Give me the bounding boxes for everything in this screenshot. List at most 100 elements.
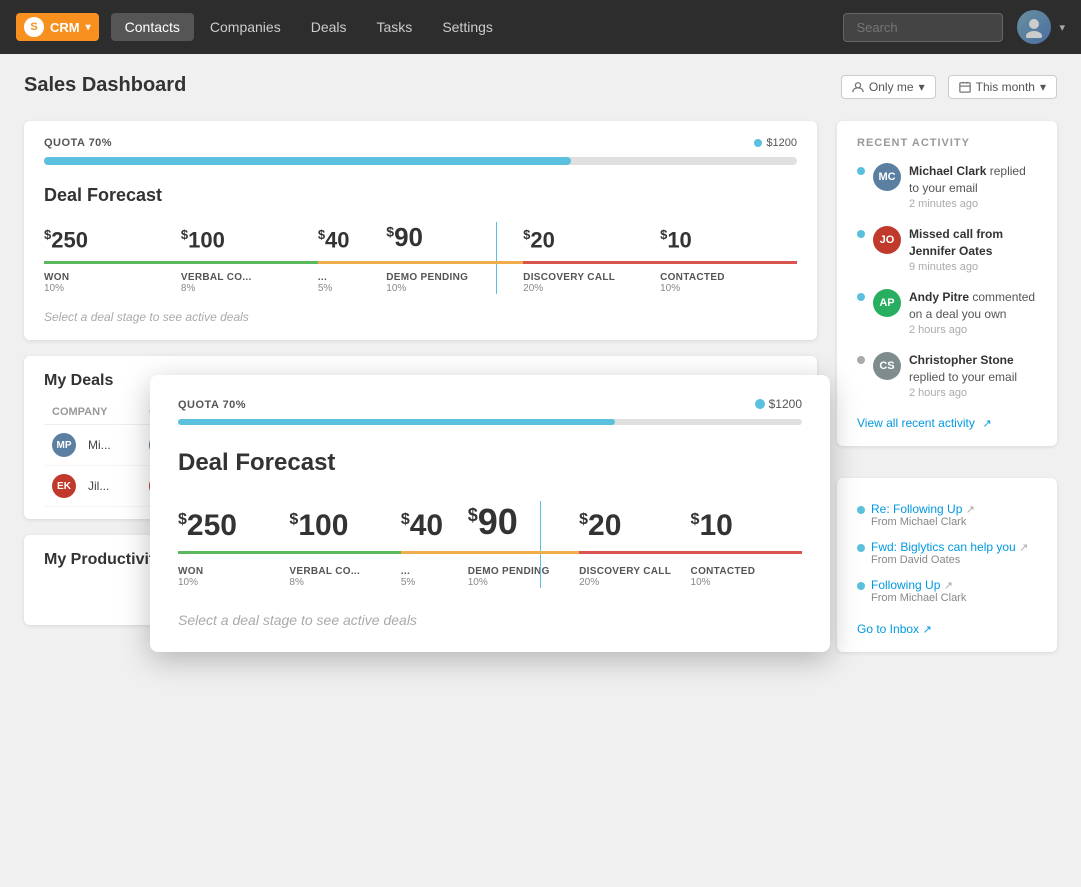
inbox-subject-3[interactable]: Following Up [871, 578, 940, 592]
stage-contacted-bar [660, 261, 797, 264]
stage-dot[interactable]: $40 [318, 227, 386, 261]
stage-label-won: WON 10% [44, 272, 181, 294]
nav-companies[interactable]: Companies [196, 13, 295, 41]
filter-only-me[interactable]: Only me ▾ [841, 75, 936, 99]
expanded-forecast-title: Deal Forecast [178, 449, 802, 477]
expanded-stage-labels: WON 10% VERBAL CO... 8% ... 5% DEMO PEND… [178, 566, 802, 588]
stage-won-amount: $250 [44, 227, 88, 253]
expanded-quota-bar [178, 419, 802, 425]
expanded-forecast-chart: $250 $100 $40 $90 $20 [178, 501, 802, 588]
stage-label-dot: ... 5% [318, 272, 386, 294]
deal-company-1: MP Mi... [44, 425, 141, 466]
activity-item-4: CS Christopher Stone replied to your ema… [857, 352, 1037, 401]
activity-dot-4 [857, 356, 865, 364]
expanded-stage-discovery[interactable]: $20 [579, 509, 690, 551]
filter-only-me-label: Only me [869, 80, 914, 94]
inbox-items: Re: Following Up ↗ From Michael Clark Fw… [857, 502, 1037, 604]
brand-logo[interactable]: S CRM ▾ [16, 13, 99, 41]
stage-labels: WON 10% VERBAL CO... 8% ... 5% [44, 272, 797, 294]
inbox-subject-2[interactable]: Fwd: Biglytics can help you [871, 540, 1016, 554]
view-all-icon: ↗ [982, 418, 991, 430]
productivity-title: My Productivity [44, 551, 163, 569]
inbox-from-2: From David Oates [871, 554, 1028, 566]
go-inbox-link[interactable]: Go to Inbox [857, 622, 919, 636]
inbox-subject-1[interactable]: Re: Following Up [871, 502, 962, 516]
expanded-stage-verbal-bar [289, 551, 400, 554]
avatar[interactable] [1017, 10, 1051, 44]
expanded-label-won: WON 10% [178, 566, 289, 588]
go-to-inbox[interactable]: Go to Inbox ↗ [857, 616, 1037, 636]
quota-bar [44, 157, 797, 165]
activity-dot-3 [857, 293, 865, 301]
inbox-item-1: Re: Following Up ↗ From Michael Clark [857, 502, 1037, 528]
stage-discovery-bar [523, 261, 660, 264]
activity-avatar-3: AP [873, 289, 901, 317]
expanded-stage-dot-amount: $40 [401, 509, 443, 543]
stage-contacted[interactable]: $10 [660, 227, 797, 261]
activity-name-2: Missed call from Jennifer Oates [909, 227, 1003, 258]
nav-tasks[interactable]: Tasks [363, 13, 427, 41]
stage-discovery[interactable]: $20 [523, 227, 660, 261]
stage-demo[interactable]: $90 [386, 222, 523, 261]
nav-contacts[interactable]: Contacts [111, 13, 194, 41]
expanded-stage-discovery-bar [579, 551, 690, 554]
expanded-label-discovery: DISCOVERY CALL 20% [579, 566, 690, 588]
my-deals-title: My Deals [44, 372, 113, 390]
inbox-text-3: Following Up ↗ From Michael Clark [871, 578, 966, 604]
brand-icon: S [24, 17, 44, 37]
page-title: Sales Dashboard [24, 74, 186, 97]
stage-label-demo: DEMO PENDING 10% [386, 272, 523, 294]
col-company: Company [44, 400, 141, 425]
stage-contacted-amount: $10 [660, 227, 692, 253]
quota-bar-container: $1200 [44, 157, 797, 165]
expanded-stage-demo[interactable]: $90 [468, 501, 579, 551]
stage-won[interactable]: $250 [44, 227, 181, 261]
activity-text-4: Christopher Stone replied to your email … [909, 352, 1037, 401]
go-inbox-icon: ↗ [923, 624, 932, 636]
expanded-label-contacted: CONTACTED 10% [691, 566, 802, 588]
expanded-forecast-hint: Select a deal stage to see active deals [178, 612, 802, 628]
expanded-quota-label: QUOTA 70% [178, 399, 802, 411]
expanded-stage-verbal[interactable]: $100 [289, 509, 400, 551]
nav-settings[interactable]: Settings [428, 13, 507, 41]
expanded-label-dot: ... 5% [401, 566, 468, 588]
expanded-stage-contacted-amount: $10 [691, 509, 733, 543]
activity-time-1: 2 minutes ago [909, 197, 1037, 212]
quota-target: $1200 [754, 137, 797, 149]
stage-label-contacted: CONTACTED 10% [660, 272, 797, 294]
filter-this-month-label: This month [976, 80, 1035, 94]
expanded-stage-dot-bar [401, 551, 468, 554]
dashboard-filters: Only me ▾ This month ▾ [841, 75, 1057, 99]
activity-time-2: 9 minutes ago [909, 260, 1037, 275]
expanded-quota-bar-fill [178, 419, 615, 425]
activity-name-1: Michael Clark [909, 164, 986, 178]
stage-demo-bar [386, 261, 523, 264]
stage-demo-amount: $90 [386, 222, 423, 253]
navbar: S CRM ▾ Contacts Companies Deals Tasks S… [0, 0, 1081, 54]
avatar-caret[interactable]: ▾ [1059, 21, 1065, 34]
expanded-stage-contacted[interactable]: $10 [691, 509, 802, 551]
filter-this-month[interactable]: This month ▾ [948, 75, 1057, 99]
inbox-dot-2 [857, 544, 865, 552]
expanded-forecast-card: QUOTA 70% $1200 Deal Forecast $250 $10 [150, 375, 830, 652]
nav-deals[interactable]: Deals [297, 13, 361, 41]
activity-avatar-2: JO [873, 226, 901, 254]
activity-text-3: Andy Pitre commented on a deal you own 2… [909, 289, 1037, 338]
search-input[interactable] [843, 13, 1003, 42]
activity-item-3: AP Andy Pitre commented on a deal you ow… [857, 289, 1037, 338]
stage-verbal[interactable]: $100 [181, 227, 318, 261]
deal-stages: $250 $100 $40 [44, 222, 797, 264]
activity-dot-1 [857, 167, 865, 175]
inbox-dot-3 [857, 582, 865, 590]
quota-bar-fill [44, 157, 571, 165]
dashboard-header: Sales Dashboard Only me ▾ This month ▾ [24, 74, 1057, 109]
expanded-stage-dot[interactable]: $40 [401, 509, 468, 551]
filter-only-me-caret: ▾ [919, 80, 925, 94]
view-all-activity-link[interactable]: View all recent activity [857, 416, 975, 430]
inbox-card: Re: Following Up ↗ From Michael Clark Fw… [837, 478, 1057, 652]
expanded-stage-won[interactable]: $250 [178, 509, 289, 551]
expanded-stage-verbal-amount: $100 [289, 509, 348, 543]
inbox-link-icon-3: ↗ [944, 580, 953, 592]
activity-item-2: JO Missed call from Jennifer Oates 9 min… [857, 226, 1037, 275]
stage-verbal-amount: $100 [181, 227, 225, 253]
